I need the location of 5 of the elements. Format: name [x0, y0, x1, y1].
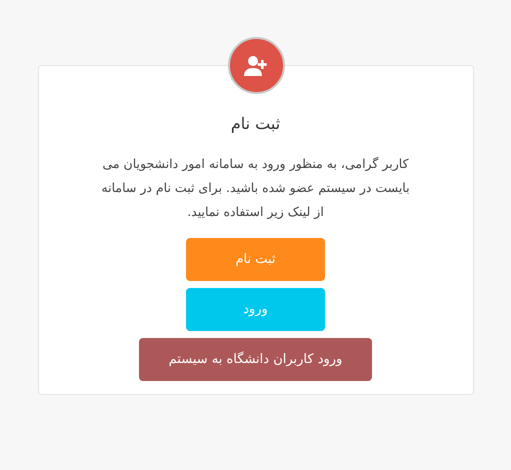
- action-button[interactable]: ورود: [186, 288, 325, 331]
- action-button[interactable]: ثبت نام: [186, 238, 325, 281]
- card-title: ثبت نام: [230, 113, 280, 135]
- action-button[interactable]: ورود کاربران دانشگاه به سیستم: [139, 338, 372, 381]
- message-text: کاربر گرامی، به منظور ورود به سامانه امور دانشجویان می بایست در سیستم عضو شده باشید. برای ثبت نام در سامانه از لینک زیر استفاده نمایید.: [100, 155, 410, 221]
